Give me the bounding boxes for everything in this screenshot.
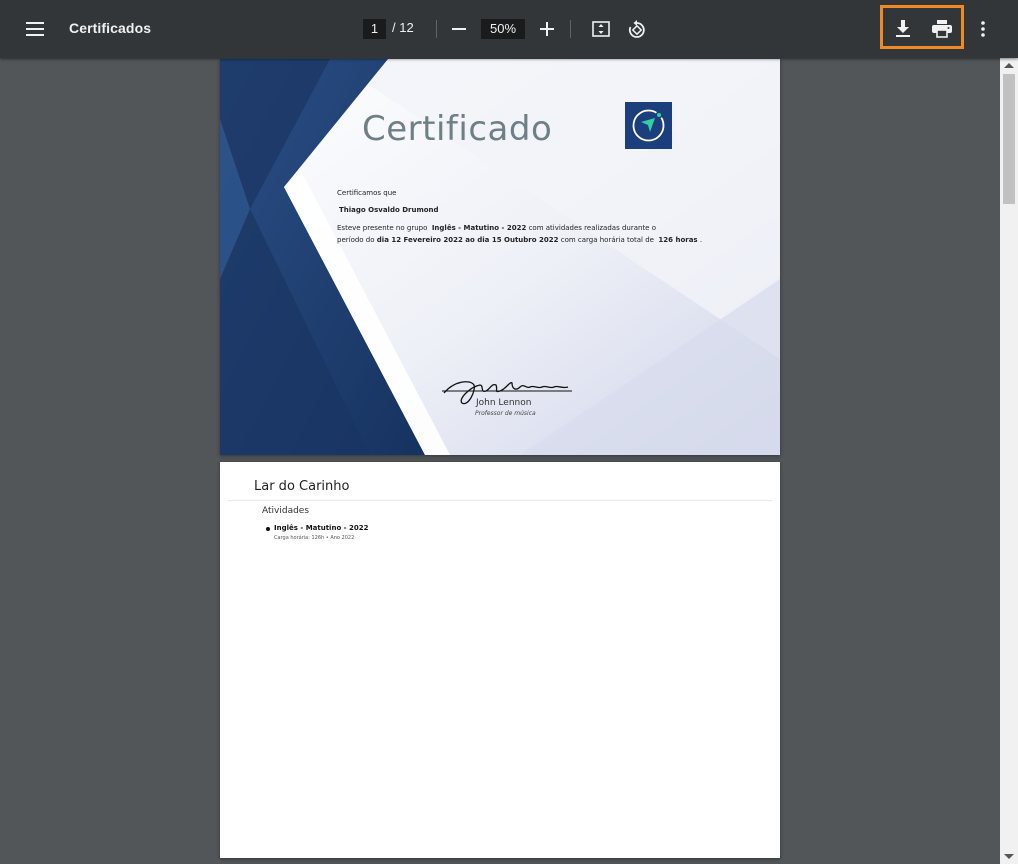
page-number-input[interactable]: 1 — [363, 19, 386, 39]
certificate-line-2: período do dia 12 Fevereiro 2022 ao dia … — [337, 236, 703, 244]
scroll-up-arrow-icon[interactable] — [1004, 63, 1014, 68]
activities-heading: Atividades — [262, 506, 310, 516]
zoom-out-button[interactable] — [449, 17, 469, 41]
signature-name: John Lennon — [476, 398, 532, 408]
divider — [228, 500, 772, 501]
vertical-scrollbar[interactable] — [1000, 58, 1018, 864]
scrollbar-thumb[interactable] — [1003, 74, 1015, 204]
toolbar-divider — [436, 20, 437, 38]
activity-meta: Carga horária: 126h • Ano 2022 — [274, 535, 355, 541]
pdf-page-2: Lar do Carinho Atividades Inglês - Matut… — [220, 462, 780, 858]
signature-role: Professor de música — [475, 410, 536, 417]
print-button[interactable] — [929, 16, 955, 42]
list-bullet — [266, 527, 270, 531]
minus-icon — [452, 28, 466, 30]
pdf-page-1: Certificado Certificamos que Thiago Osva… — [220, 59, 780, 455]
hamburger-menu-icon — [26, 22, 44, 36]
plus-icon — [540, 22, 554, 36]
rotate-button[interactable] — [625, 17, 649, 41]
menu-button[interactable] — [22, 17, 48, 41]
zoom-in-button[interactable] — [537, 17, 557, 41]
organization-name: Lar do Carinho — [254, 479, 350, 494]
more-options-button[interactable] — [972, 17, 994, 41]
certificate-title: Certificado — [362, 109, 553, 149]
rotate-counterclockwise-icon — [628, 20, 645, 38]
toolbar-divider — [570, 20, 571, 38]
more-vertical-icon — [981, 21, 985, 37]
page-total: / 12 — [392, 20, 414, 35]
fit-to-page-icon — [592, 21, 610, 37]
download-button[interactable] — [890, 16, 916, 42]
scroll-down-arrow-icon[interactable] — [1004, 854, 1014, 859]
document-title: Certificados — [69, 20, 152, 36]
print-icon — [932, 20, 952, 38]
certificate-line-1: Esteve presente no grupo Inglês - Matuti… — [337, 224, 656, 232]
certificate-intro: Certificamos que — [337, 189, 397, 197]
zoom-level-input[interactable]: 50% — [481, 19, 525, 39]
download-icon — [896, 20, 910, 37]
organization-logo — [625, 102, 672, 149]
fit-to-page-button[interactable] — [589, 17, 613, 41]
logo-navigation-icon — [632, 109, 665, 142]
activity-item: Inglês - Matutino - 2022 — [274, 524, 369, 532]
pdf-toolbar: Certificados 1 / 12 50% — [0, 0, 1018, 58]
recipient-name: Thiago Osvaldo Drumond — [339, 206, 439, 214]
